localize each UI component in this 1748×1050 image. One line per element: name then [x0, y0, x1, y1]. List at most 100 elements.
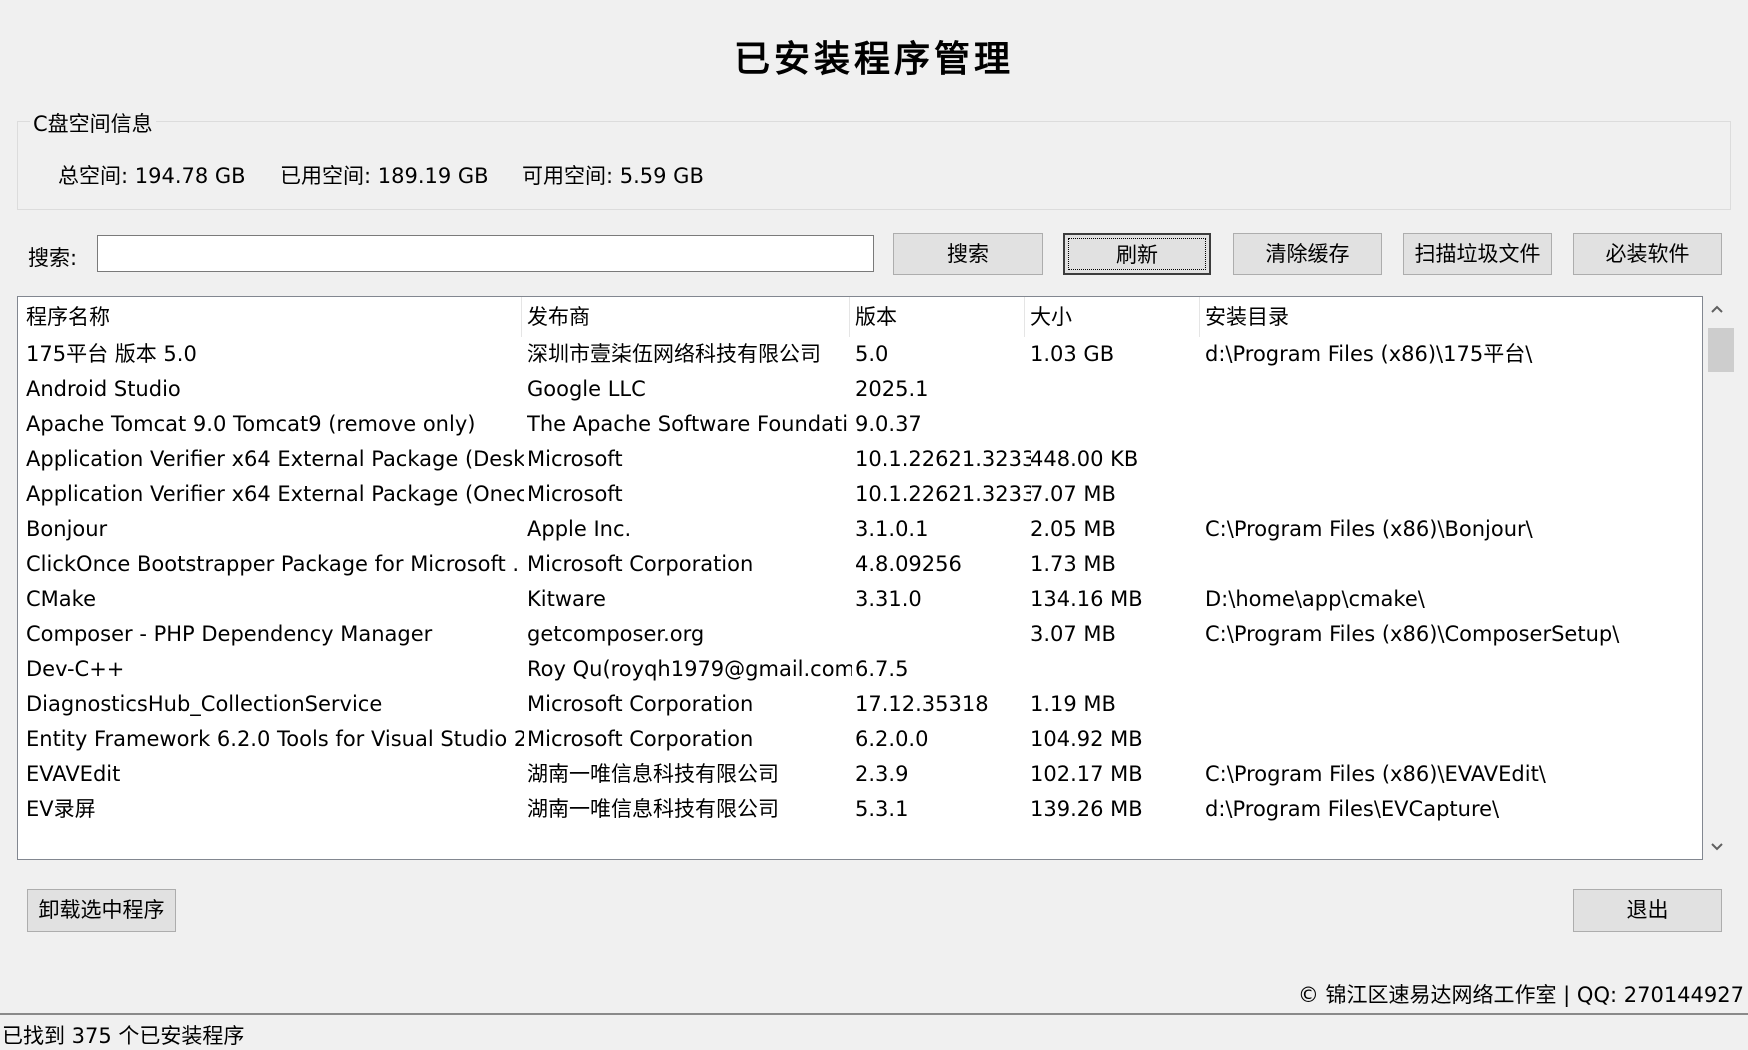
- column-header-version[interactable]: 版本: [855, 297, 1031, 337]
- table-row[interactable]: Android Studio Google LLC 2025.1: [18, 372, 1702, 407]
- column-divider[interactable]: [1024, 297, 1025, 337]
- status-text: 已找到 375 个已安装程序: [2, 1024, 245, 1048]
- table-row[interactable]: DiagnosticsHub_CollectionService Microso…: [18, 687, 1702, 722]
- cell-name: Application Verifier x64 External Packag…: [26, 447, 524, 471]
- cell-version: 6.7.5: [855, 657, 909, 681]
- cell-name: Application Verifier x64 External Packag…: [26, 482, 524, 506]
- table-row[interactable]: Dev-C++ Roy Qu(royqh1979@gmail.com 6.7.5: [18, 652, 1702, 687]
- table-row[interactable]: EVAVEdit 湖南一唯信息科技有限公司 2.3.9 102.17 MB C:…: [18, 757, 1702, 792]
- table-row[interactable]: Apache Tomcat 9.0 Tomcat9 (remove only) …: [18, 407, 1702, 442]
- list-header: 程序名称 发布商 版本 大小 安装目录: [18, 297, 1702, 337]
- scan-junk-button[interactable]: 扫描垃圾文件: [1403, 233, 1552, 275]
- cell-install-dir: C:\Program Files (x86)\EVAVEdit\: [1205, 762, 1546, 786]
- cell-name: Dev-C++: [26, 657, 125, 681]
- cell-size: 1.03 GB: [1030, 342, 1115, 366]
- table-row[interactable]: Composer - PHP Dependency Manager getcom…: [18, 617, 1702, 652]
- cell-size: 104.92 MB: [1030, 727, 1143, 751]
- search-button[interactable]: 搜索: [893, 233, 1043, 275]
- uninstall-button[interactable]: 卸载选中程序: [27, 889, 176, 932]
- cell-publisher: getcomposer.org: [527, 622, 705, 646]
- table-row[interactable]: ClickOnce Bootstrapper Package for Micro…: [18, 547, 1702, 582]
- cell-publisher: Microsoft: [527, 482, 623, 506]
- table-row[interactable]: CMake Kitware 3.31.0 134.16 MB D:\home\a…: [18, 582, 1702, 617]
- table-row[interactable]: Entity Framework 6.2.0 Tools for Visual …: [18, 722, 1702, 757]
- cell-publisher: 深圳市壹柒伍网络科技有限公司: [527, 342, 821, 366]
- cell-version: 5.3.1: [855, 797, 909, 821]
- cell-name: DiagnosticsHub_CollectionService: [26, 692, 383, 716]
- column-header-install-dir[interactable]: 安装目录: [1205, 297, 1695, 337]
- exit-button[interactable]: 退出: [1573, 889, 1722, 932]
- cell-size: 3.07 MB: [1030, 622, 1116, 646]
- scroll-up-icon[interactable]: [1704, 296, 1730, 322]
- cell-version: 5.0: [855, 342, 889, 366]
- cell-version: 4.8.09256: [855, 552, 962, 576]
- cell-version: 3.1.0.1: [855, 517, 929, 541]
- cell-version: 2025.1: [855, 377, 929, 401]
- cell-install-dir: d:\Program Files (x86)\175平台\: [1205, 342, 1533, 366]
- cell-publisher: Apple Inc.: [527, 517, 632, 541]
- cell-name: EV录屏: [26, 797, 96, 821]
- cell-size: 134.16 MB: [1030, 587, 1143, 611]
- cell-install-dir: d:\Program Files\EVCapture\: [1205, 797, 1500, 821]
- cell-name: Entity Framework 6.2.0 Tools for Visual …: [26, 727, 524, 751]
- cell-install-dir: D:\home\app\cmake\: [1205, 587, 1425, 611]
- cell-version: 9.0.37: [855, 412, 922, 436]
- cell-publisher: The Apache Software Foundati: [527, 412, 849, 436]
- cell-publisher: Microsoft Corporation: [527, 692, 754, 716]
- scroll-down-icon[interactable]: [1704, 834, 1730, 860]
- cell-version: 3.31.0: [855, 587, 922, 611]
- cell-name: 175平台 版本 5.0: [26, 342, 197, 366]
- window-title: 已安装程序管理: [733, 39, 1014, 80]
- cell-version: 2.3.9: [855, 762, 909, 786]
- cell-size: 448.00 KB: [1030, 447, 1139, 471]
- essential-software-button[interactable]: 必装软件: [1573, 233, 1722, 275]
- disk-used: 已用空间: 189.19 GB: [280, 164, 489, 188]
- search-input[interactable]: [97, 235, 874, 272]
- cell-size: 1.19 MB: [1030, 692, 1116, 716]
- cell-publisher: Microsoft: [527, 447, 623, 471]
- table-row[interactable]: EV录屏 湖南一唯信息科技有限公司 5.3.1 139.26 MB d:\Pro…: [18, 792, 1702, 827]
- scroll-thumb[interactable]: [1708, 328, 1734, 372]
- cell-publisher: Kitware: [527, 587, 606, 611]
- cell-version: 17.12.35318: [855, 692, 989, 716]
- cell-size: 102.17 MB: [1030, 762, 1143, 786]
- column-divider[interactable]: [521, 297, 522, 337]
- cell-version: 10.1.22621.3233: [855, 482, 1031, 506]
- cell-publisher: Google LLC: [527, 377, 646, 401]
- cell-publisher: 湖南一唯信息科技有限公司: [527, 797, 779, 821]
- disk-info-group: C盘空间信息 总空间: 194.78 GB 已用空间: 189.19 GB 可用…: [17, 108, 1731, 210]
- clear-cache-button[interactable]: 清除缓存: [1233, 233, 1382, 275]
- table-row[interactable]: Application Verifier x64 External Packag…: [18, 477, 1702, 512]
- cell-size: 1.73 MB: [1030, 552, 1116, 576]
- column-header-size[interactable]: 大小: [1030, 297, 1203, 337]
- table-row[interactable]: 175平台 版本 5.0 深圳市壹柒伍网络科技有限公司 5.0 1.03 GB …: [18, 337, 1702, 372]
- cell-name: CMake: [26, 587, 96, 611]
- search-label: 搜索:: [28, 246, 78, 270]
- status-bar: 已找到 375 个已安装程序: [0, 1013, 1748, 1048]
- column-divider[interactable]: [849, 297, 850, 337]
- vertical-scrollbar[interactable]: [1704, 296, 1734, 860]
- cell-name: Composer - PHP Dependency Manager: [26, 622, 433, 646]
- cell-size: 7.07 MB: [1030, 482, 1116, 506]
- cell-size: 139.26 MB: [1030, 797, 1143, 821]
- cell-name: Bonjour: [26, 517, 108, 541]
- table-row[interactable]: Application Verifier x64 External Packag…: [18, 442, 1702, 477]
- footer-copyright: © 锦江区速易达网络工作室 | QQ: 270144927: [1297, 983, 1744, 1007]
- refresh-button-label: 刷新: [1068, 238, 1206, 270]
- disk-total: 总空间: 194.78 GB: [58, 164, 246, 188]
- program-list[interactable]: 程序名称 发布商 版本 大小 安装目录 175平台 版本 5.0 深圳市壹柒伍网…: [17, 296, 1703, 860]
- refresh-button[interactable]: 刷新: [1063, 233, 1211, 275]
- disk-info-group-label: C盘空间信息: [30, 108, 156, 138]
- cell-name: ClickOnce Bootstrapper Package for Micro…: [26, 552, 520, 576]
- column-divider[interactable]: [1199, 297, 1200, 337]
- column-header-name[interactable]: 程序名称: [26, 297, 524, 337]
- cell-install-dir: C:\Program Files (x86)\Bonjour\: [1205, 517, 1533, 541]
- cell-name: EVAVEdit: [26, 762, 121, 786]
- cell-publisher: Microsoft Corporation: [527, 727, 754, 751]
- cell-version: 6.2.0.0: [855, 727, 929, 751]
- cell-install-dir: C:\Program Files (x86)\ComposerSetup\: [1205, 622, 1620, 646]
- column-header-publisher[interactable]: 发布商: [527, 297, 852, 337]
- table-row[interactable]: Bonjour Apple Inc. 3.1.0.1 2.05 MB C:\Pr…: [18, 512, 1702, 547]
- cell-publisher: Roy Qu(royqh1979@gmail.com: [527, 657, 852, 681]
- cell-version: 10.1.22621.3233: [855, 447, 1031, 471]
